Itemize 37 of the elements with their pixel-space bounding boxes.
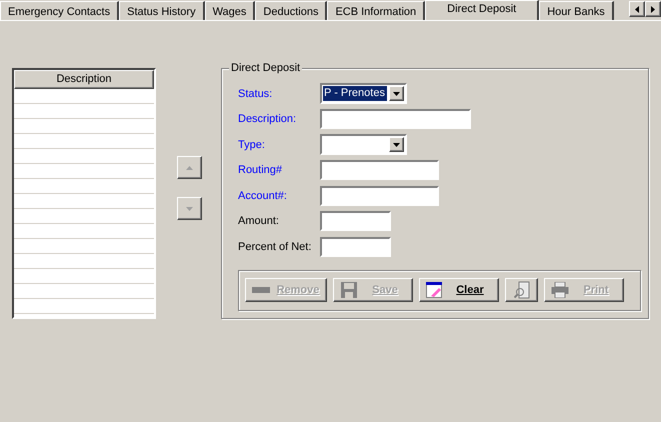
input-field[interactable]	[320, 211, 391, 232]
tab[interactable]: Deductions	[255, 1, 328, 20]
input-field[interactable]	[320, 160, 439, 180]
printer-icon	[551, 282, 569, 298]
left-arrow-icon	[635, 6, 639, 12]
field-label: Status:	[238, 86, 274, 102]
input-field[interactable]	[320, 236, 391, 257]
tab[interactable]: Hour Banks	[539, 1, 614, 20]
scroll-right-button[interactable]	[645, 1, 661, 17]
down-arrow-icon	[186, 206, 193, 210]
field-label: Percent of Net:	[238, 240, 312, 254]
field-label: Amount:	[238, 214, 280, 229]
tab[interactable]: Status History	[119, 1, 205, 20]
tab[interactable]: ECB Information	[327, 1, 426, 20]
up-arrow-icon	[186, 166, 193, 170]
input-field[interactable]	[320, 186, 439, 206]
scroll-left-button[interactable]	[629, 1, 645, 17]
field-label: Type:	[238, 138, 266, 152]
tab[interactable]: Direct Deposit	[425, 0, 540, 20]
field-label: Account#:	[238, 188, 288, 204]
tab[interactable]: Wages	[204, 1, 256, 20]
dropdown-arrow-icon	[393, 142, 400, 147]
field-label: Description:	[238, 112, 298, 127]
input-field[interactable]	[320, 109, 471, 130]
magnifier-document-icon	[514, 281, 530, 299]
column-header[interactable]: Description	[14, 70, 154, 89]
tab[interactable]: Emergency Contacts	[0, 1, 120, 20]
minus-icon	[252, 287, 270, 293]
description-list[interactable]: Description	[12, 68, 156, 319]
dropdown-arrow-icon	[393, 92, 400, 96]
dropdown[interactable]	[320, 134, 407, 156]
clear-button[interactable]: Clear	[419, 278, 499, 302]
dropdown[interactable]: P - Prenotes	[320, 83, 407, 104]
right-arrow-icon	[651, 6, 655, 12]
field-label: Routing#	[238, 163, 284, 178]
group-title: Direct Deposit	[229, 61, 302, 75]
eraser-icon	[426, 282, 442, 298]
